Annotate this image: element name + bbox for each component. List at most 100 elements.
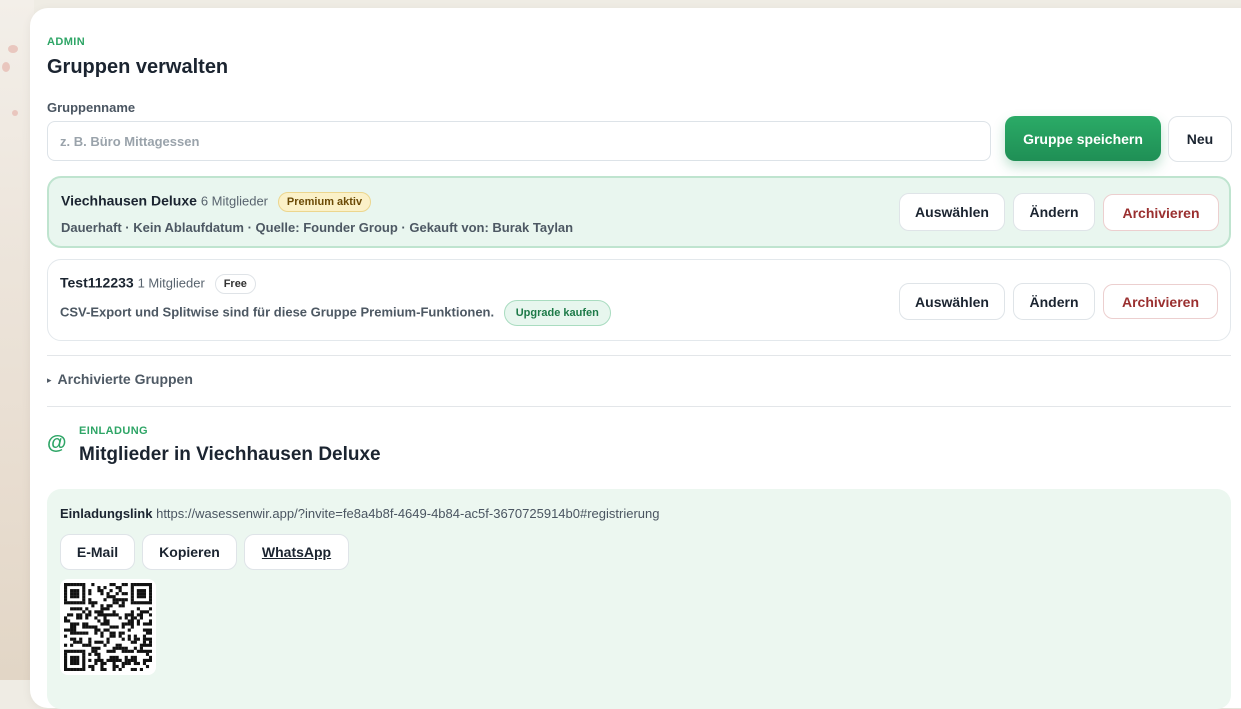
qr-module <box>136 619 140 623</box>
qr-module <box>118 667 122 672</box>
qr-module <box>79 607 83 611</box>
qr-module <box>88 637 92 641</box>
qr-module <box>85 613 89 617</box>
qr-module <box>142 643 147 647</box>
qr-module <box>79 631 83 635</box>
qr-module <box>139 589 143 593</box>
qr-module <box>70 592 74 596</box>
qr-module <box>112 634 116 638</box>
qr-module <box>112 598 116 602</box>
qr-module <box>100 634 104 638</box>
qr-module <box>91 625 95 629</box>
qr-module <box>85 622 89 626</box>
qr-module <box>142 637 147 641</box>
group-name-input[interactable] <box>47 121 991 161</box>
archive-group-button[interactable]: Archivieren <box>1103 284 1218 319</box>
qr-module <box>100 658 104 662</box>
qr-module <box>148 601 153 605</box>
select-group-button[interactable]: Auswählen <box>899 283 1005 320</box>
qr-module <box>94 610 98 614</box>
admin-card: ADMIN Gruppen verwalten Gruppenname Grup… <box>30 8 1241 709</box>
edit-group-button[interactable]: Ändern <box>1013 193 1095 231</box>
qr-module <box>70 583 74 587</box>
background-petal <box>8 45 18 53</box>
copy-link-button[interactable]: Kopieren <box>142 534 237 570</box>
qr-module <box>64 643 68 647</box>
qr-module <box>73 649 77 653</box>
invite-link-url[interactable]: https://wasessenwir.app/?invite=fe8a4b8f… <box>156 506 659 521</box>
select-group-button[interactable]: Auswählen <box>899 193 1005 231</box>
qr-module <box>145 610 150 614</box>
new-group-button[interactable]: Neu <box>1168 116 1232 162</box>
qr-module <box>76 589 80 593</box>
qr-module <box>70 658 74 662</box>
qr-module <box>121 625 125 629</box>
archived-groups-toggle[interactable]: ▸ Archivierte Gruppen <box>47 371 193 387</box>
qr-module <box>73 655 77 659</box>
save-group-button[interactable]: Gruppe speichern <box>1005 116 1161 161</box>
qr-module <box>148 643 153 647</box>
archive-group-button[interactable]: Archivieren <box>1103 194 1219 231</box>
upgrade-button[interactable]: Upgrade kaufen <box>503 300 611 326</box>
qr-module <box>148 592 153 596</box>
qr-module <box>97 655 101 659</box>
qr-module <box>130 610 134 614</box>
qr-module <box>73 667 77 672</box>
qr-module <box>106 613 110 617</box>
qr-module <box>124 658 128 662</box>
qr-module <box>67 667 71 672</box>
qr-module <box>133 655 137 659</box>
qr-module <box>130 598 134 602</box>
qr-module <box>130 622 134 626</box>
qr-module <box>124 592 128 596</box>
qr-module <box>100 604 104 608</box>
qr-module <box>103 619 107 623</box>
email-share-button[interactable]: E-Mail <box>60 534 135 570</box>
qr-module <box>70 613 74 617</box>
qr-module <box>79 637 83 641</box>
qr-module <box>115 598 119 602</box>
qr-module <box>106 592 110 596</box>
qr-module <box>118 589 122 593</box>
qr-module <box>106 640 110 644</box>
whatsapp-share-button[interactable]: WhatsApp <box>244 534 349 570</box>
qr-module <box>82 583 86 587</box>
qr-module <box>121 622 125 626</box>
qr-module <box>112 655 116 659</box>
qr-module <box>118 598 122 602</box>
qr-module <box>64 652 68 656</box>
qr-module <box>64 598 68 602</box>
qr-module <box>97 589 101 593</box>
qr-module <box>133 667 137 672</box>
qr-module <box>142 658 147 662</box>
qr-module <box>76 583 80 587</box>
qr-module <box>136 589 140 593</box>
qr-module <box>112 613 116 617</box>
qr-module <box>94 652 98 656</box>
qr-module <box>82 661 86 666</box>
qr-module <box>136 661 140 666</box>
edit-group-button[interactable]: Ändern <box>1013 283 1095 320</box>
qr-module <box>94 628 98 632</box>
qr-module <box>136 601 140 605</box>
qr-module <box>82 664 86 669</box>
qr-module <box>124 646 128 650</box>
qr-module <box>91 667 95 672</box>
qr-module <box>139 646 143 650</box>
qr-module <box>121 592 125 596</box>
qr-module <box>106 619 110 623</box>
qr-module <box>85 625 89 629</box>
qr-module <box>148 658 153 662</box>
qr-module <box>112 658 116 662</box>
qr-module <box>127 637 131 641</box>
qr-module <box>88 640 92 644</box>
group-card-viechhausen-deluxe: Viechhausen Deluxe 6 Mitglieder Premium … <box>47 176 1231 248</box>
qr-module <box>100 622 104 626</box>
qr-module <box>67 628 71 632</box>
qr-module <box>94 658 98 662</box>
qr-module <box>94 661 98 666</box>
qr-module <box>64 583 68 587</box>
qr-module <box>136 583 140 587</box>
qr-module <box>130 595 134 599</box>
qr-module <box>103 661 107 666</box>
